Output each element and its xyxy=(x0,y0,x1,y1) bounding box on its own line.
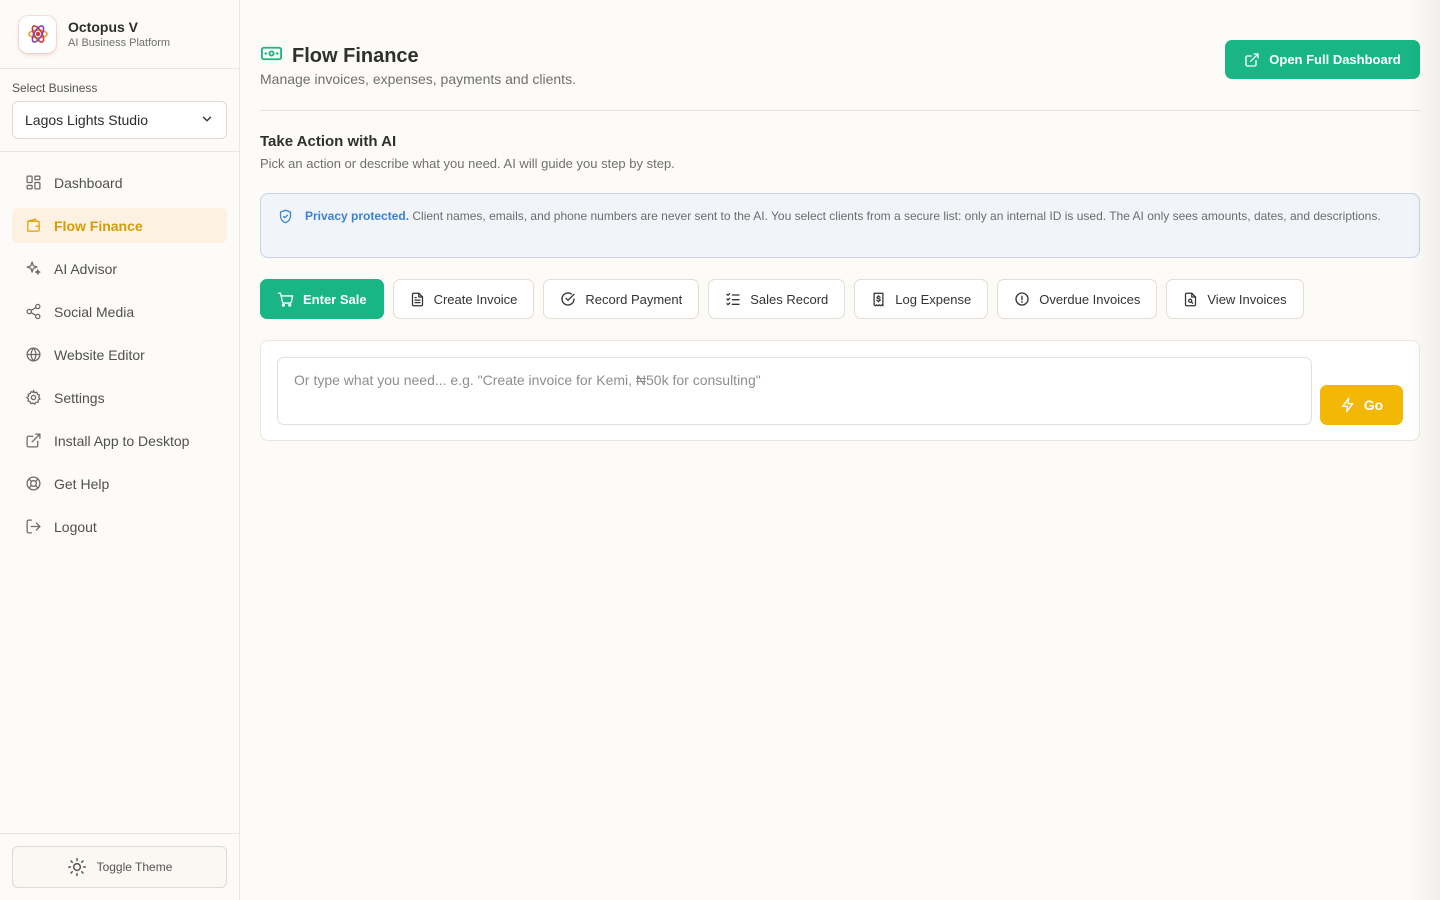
sidebar-item-label: Install App to Desktop xyxy=(54,432,190,449)
page-header: Flow Finance Manage invoices, expenses, … xyxy=(260,0,1420,111)
gear-icon xyxy=(24,389,42,407)
sidebar-item-get-help[interactable]: Get Help xyxy=(12,466,227,501)
sidebar-item-dashboard[interactable]: Dashboard xyxy=(12,165,227,200)
sidebar-item-label: Dashboard xyxy=(54,174,123,191)
share-icon xyxy=(24,303,42,321)
lifebuoy-icon xyxy=(24,475,42,493)
document-icon xyxy=(411,292,423,306)
overdue-invoices-button[interactable]: Overdue Invoices xyxy=(997,279,1158,319)
go-button[interactable]: Go xyxy=(1320,385,1403,425)
view-invoices-button[interactable]: View Invoices xyxy=(1166,279,1304,319)
sidebar-item-website-editor[interactable]: Website Editor xyxy=(12,337,227,372)
ai-prompt-input[interactable]: Or type what you need... e.g. "Create in… xyxy=(277,357,1312,425)
logout-icon xyxy=(24,518,42,536)
cart-icon xyxy=(277,291,294,307)
sales-record-label: Sales Record xyxy=(750,291,829,307)
sidebar-nav: Dashboard Flow Finance AI Advisor Social… xyxy=(0,152,239,544)
lightning-icon xyxy=(1341,397,1354,413)
ai-prompt-card: Or type what you need... e.g. "Create in… xyxy=(260,340,1420,441)
ai-section-subtitle: Pick an action or describe what you need… xyxy=(260,156,675,171)
brand-subtitle: AI Business Platform xyxy=(68,36,171,49)
sidebar-item-label: Settings xyxy=(54,389,105,406)
alert-circle-icon xyxy=(1015,292,1029,306)
sparkles-icon xyxy=(24,260,42,278)
brand-name: Octopus V xyxy=(68,18,139,35)
log-expense-button[interactable]: Log Expense xyxy=(854,279,989,319)
sidebar-item-logout[interactable]: Logout xyxy=(12,509,227,544)
enter-sale-label: Enter Sale xyxy=(303,291,367,307)
theme-toggle-section: Toggle Theme xyxy=(0,833,239,900)
brand-header: Octopus V AI Business Platform xyxy=(0,0,239,69)
privacy-notice-text: Client names, emails, and phone numbers … xyxy=(409,209,1381,223)
shield-check-icon xyxy=(278,209,293,230)
sidebar-item-label: AI Advisor xyxy=(54,260,118,277)
wallet-icon xyxy=(24,217,42,235)
sidebar: Octopus V AI Business Platform Select Bu… xyxy=(0,0,240,900)
chevron-down-icon xyxy=(200,112,214,129)
sun-icon xyxy=(67,857,86,877)
list-check-icon xyxy=(726,293,740,306)
globe-icon xyxy=(24,346,42,364)
business-selector-section: Select Business Lagos Lights Studio xyxy=(0,69,239,152)
open-full-dashboard-label: Open Full Dashboard xyxy=(1269,52,1401,67)
view-invoices-label: View Invoices xyxy=(1207,291,1287,307)
privacy-notice-heading: Privacy protected. xyxy=(305,209,410,223)
create-invoice-label: Create Invoice xyxy=(433,291,518,307)
check-circle-icon xyxy=(561,292,576,306)
octopus-logo-icon xyxy=(19,15,56,53)
page-title: Flow Finance xyxy=(292,44,419,67)
business-select-label: Select Business xyxy=(12,81,98,95)
create-invoice-button[interactable]: Create Invoice xyxy=(392,279,535,319)
main-content: Flow Finance Manage invoices, expenses, … xyxy=(260,0,1420,441)
go-label: Go xyxy=(1363,397,1384,413)
sidebar-item-label: Social Media xyxy=(54,303,135,320)
file-search-icon xyxy=(1185,292,1197,306)
sidebar-item-label: Flow Finance xyxy=(54,217,143,234)
business-select[interactable]: Lagos Lights Studio xyxy=(12,101,227,139)
business-select-value: Lagos Lights Studio xyxy=(25,112,148,128)
external-link-icon xyxy=(1245,52,1259,67)
receipt-icon xyxy=(873,292,884,306)
grid-icon xyxy=(24,174,42,192)
privacy-notice: Privacy protected. Client names, emails,… xyxy=(260,193,1420,258)
right-edge-shadow xyxy=(1410,0,1440,900)
sidebar-item-social-media[interactable]: Social Media xyxy=(12,294,227,329)
page-subtitle: Manage invoices, expenses, payments and … xyxy=(260,71,576,87)
quick-actions: Enter Sale Create Invoice Record Payment… xyxy=(260,279,1420,319)
sidebar-item-flow-finance[interactable]: Flow Finance xyxy=(12,208,227,243)
toggle-theme-button[interactable]: Toggle Theme xyxy=(12,846,227,888)
sidebar-item-label: Logout xyxy=(54,518,97,535)
open-full-dashboard-button[interactable]: Open Full Dashboard xyxy=(1225,40,1420,79)
ai-section-title: Take Action with AI xyxy=(260,133,397,150)
sidebar-item-label: Website Editor xyxy=(54,346,145,363)
enter-sale-button[interactable]: Enter Sale xyxy=(260,279,384,319)
sales-record-button[interactable]: Sales Record xyxy=(708,279,846,319)
record-payment-label: Record Payment xyxy=(585,291,683,307)
toggle-theme-label: Toggle Theme xyxy=(96,860,173,874)
sidebar-item-settings[interactable]: Settings xyxy=(12,380,227,415)
sidebar-item-install-app[interactable]: Install App to Desktop xyxy=(12,423,227,458)
sidebar-item-label: Get Help xyxy=(54,475,110,492)
banknote-icon xyxy=(260,42,283,70)
record-payment-button[interactable]: Record Payment xyxy=(543,279,700,319)
sidebar-item-ai-advisor[interactable]: AI Advisor xyxy=(12,251,227,286)
external-link-icon xyxy=(24,432,42,450)
overdue-invoices-label: Overdue Invoices xyxy=(1039,291,1141,307)
log-expense-label: Log Expense xyxy=(895,291,972,307)
